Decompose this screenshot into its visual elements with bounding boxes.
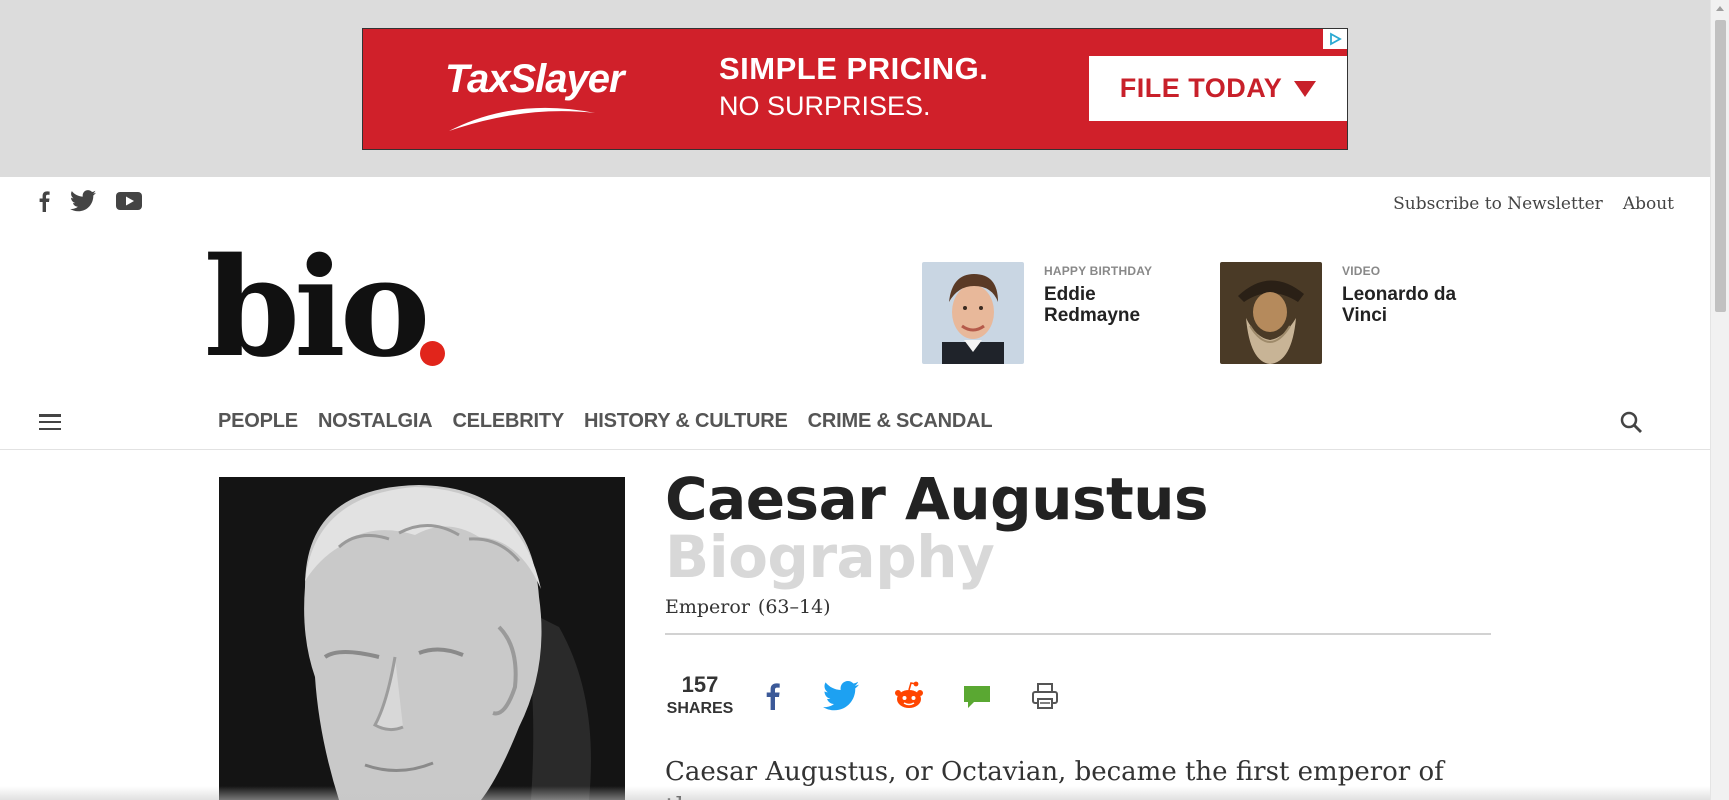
article-years: (63–14) bbox=[757, 596, 831, 618]
article-subtitle: Biography bbox=[665, 523, 995, 591]
header-social-links bbox=[38, 190, 142, 212]
facebook-icon[interactable] bbox=[38, 190, 50, 212]
ad-headline: SIMPLE PRICING. bbox=[719, 51, 989, 86]
subscribe-newsletter-link[interactable]: Subscribe to Newsletter bbox=[1393, 194, 1603, 214]
promo-title[interactable]: Eddie Redmayne bbox=[1044, 284, 1194, 326]
facebook-share-icon[interactable] bbox=[755, 680, 791, 712]
twitter-share-icon[interactable] bbox=[823, 680, 859, 712]
adchoices-icon[interactable] bbox=[1323, 29, 1347, 49]
scroll-thumb[interactable] bbox=[1715, 20, 1726, 312]
ad-subline: NO SURPRISES. bbox=[719, 91, 931, 121]
nav-item-people[interactable]: PEOPLE bbox=[218, 410, 298, 433]
header-utility-links: Subscribe to Newsletter About bbox=[1393, 194, 1674, 214]
ad-file-today-button[interactable]: FILE TODAY bbox=[1089, 56, 1347, 121]
taxslayer-ad[interactable]: TaxSlayer SIMPLE PRICING. NO SURPRISES. … bbox=[362, 28, 1348, 150]
share-count: 157 SHARES bbox=[665, 674, 735, 718]
promo-thumbnail-eddie-redmayne[interactable] bbox=[922, 262, 1024, 364]
print-icon[interactable] bbox=[1027, 680, 1063, 712]
promo-kicker: VIDEO bbox=[1342, 264, 1381, 278]
promo-thumbnail-leonardo-da-vinci[interactable] bbox=[1220, 262, 1322, 364]
nav-item-history-culture[interactable]: HISTORY & CULTURE bbox=[584, 410, 788, 433]
share-buttons bbox=[755, 680, 1063, 712]
title-divider bbox=[665, 633, 1491, 635]
promo-text: HAPPY BIRTHDAY Eddie Redmayne bbox=[1044, 262, 1194, 364]
share-count-number: 157 bbox=[681, 672, 719, 697]
article-hero-image bbox=[219, 477, 625, 800]
scroll-up-icon[interactable] bbox=[1716, 6, 1724, 11]
ad-brand-logo: TaxSlayer bbox=[445, 57, 625, 101]
article-role: Emperor bbox=[665, 596, 750, 618]
article-title: Caesar Augustus bbox=[665, 465, 1209, 533]
share-count-label: SHARES bbox=[666, 700, 734, 717]
youtube-icon[interactable] bbox=[116, 191, 142, 211]
promo-title[interactable]: Leonardo da Vinci bbox=[1342, 284, 1492, 326]
bio-logo-dot bbox=[420, 341, 445, 366]
reddit-share-icon[interactable] bbox=[891, 680, 927, 712]
caret-down-icon bbox=[1294, 80, 1317, 97]
bottom-fade bbox=[0, 786, 1710, 800]
main-nav: PEOPLE NOSTALGIA CELEBRITY HISTORY & CUL… bbox=[0, 400, 1710, 450]
ad-swoosh-icon bbox=[449, 107, 595, 131]
comment-icon[interactable] bbox=[959, 680, 995, 712]
menu-icon[interactable] bbox=[39, 414, 61, 430]
nav-item-celebrity[interactable]: CELEBRITY bbox=[452, 410, 564, 433]
ad-cta-label: FILE TODAY bbox=[1119, 73, 1283, 103]
nav-item-crime-scandal[interactable]: CRIME & SCANDAL bbox=[808, 410, 993, 433]
article-meta: Emperor (63–14) bbox=[665, 596, 831, 618]
nav-links: PEOPLE NOSTALGIA CELEBRITY HISTORY & CUL… bbox=[218, 410, 993, 433]
about-link[interactable]: About bbox=[1623, 194, 1674, 214]
promo-card-video[interactable]: VIDEO Leonardo da Vinci bbox=[1220, 262, 1492, 364]
promo-card-birthday[interactable]: HAPPY BIRTHDAY Eddie Redmayne bbox=[922, 262, 1194, 364]
nav-item-nostalgia[interactable]: NOSTALGIA bbox=[318, 410, 433, 433]
search-icon[interactable] bbox=[1619, 410, 1643, 434]
promo-text: VIDEO Leonardo da Vinci bbox=[1342, 262, 1492, 364]
bio-logo[interactable]: bio bbox=[205, 240, 430, 376]
twitter-icon[interactable] bbox=[70, 190, 96, 212]
ad-banner-area: TaxSlayer SIMPLE PRICING. NO SURPRISES. … bbox=[0, 0, 1710, 177]
promo-kicker: HAPPY BIRTHDAY bbox=[1044, 264, 1153, 278]
page-scrollbar[interactable] bbox=[1710, 0, 1729, 800]
